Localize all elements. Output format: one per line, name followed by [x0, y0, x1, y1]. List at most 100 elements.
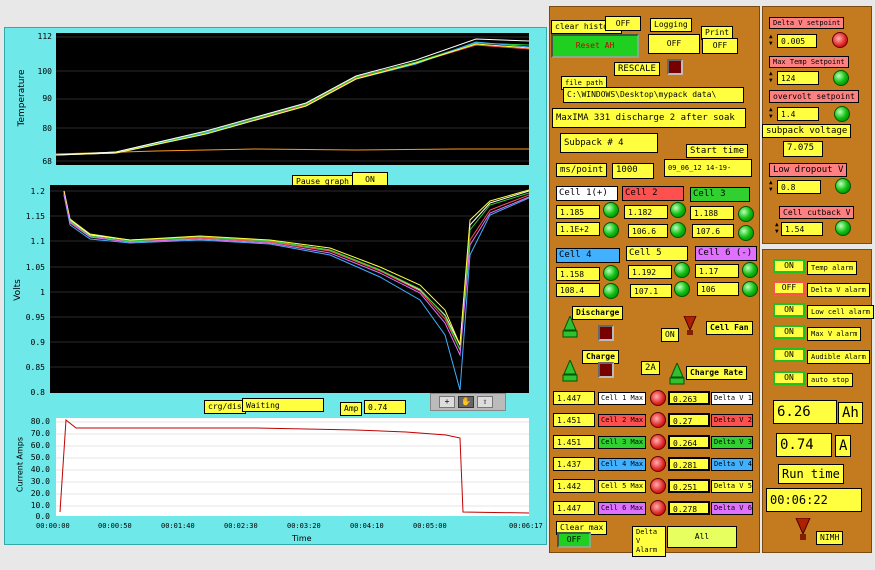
volts-tick: 0.95: [25, 313, 45, 322]
amps-tick: 20.0: [30, 489, 50, 498]
description-field[interactable]: MaxIMA 331 discharge 2 after soak: [552, 108, 746, 128]
run-time-label: Run time: [778, 464, 844, 484]
temp-alarm-toggle[interactable]: ON: [773, 259, 805, 273]
temp-tick: 68: [42, 157, 52, 166]
volt-cell-yellow: [63, 189, 529, 346]
cell-4-max-value: 1.437: [553, 457, 595, 471]
charge-button[interactable]: [598, 362, 614, 378]
charge-rate-label: Charge Rate: [686, 366, 747, 380]
file-path-field[interactable]: C:\WINDOWS\Desktop\mypack data\: [563, 87, 744, 103]
start-time-label: Start time: [686, 144, 749, 158]
low-cell-alarm-label: Low cell alarm: [807, 305, 875, 319]
run-time-value: 00:06:22: [766, 488, 862, 512]
ms-point-label: ms/point: [556, 163, 608, 177]
clear-max-toggle[interactable]: OFF: [557, 532, 591, 548]
delta-v-alarm-label: Delta V alarm: [807, 283, 870, 297]
cell-1-led-2: [603, 222, 619, 238]
cell-4-max-label: Cell 4 Max: [598, 458, 646, 471]
volts-tick: 1.2: [30, 187, 45, 196]
cell-2-led: [670, 202, 686, 218]
cursor-icon[interactable]: ⇧: [477, 396, 493, 408]
delta-v-6-knob[interactable]: [650, 500, 666, 516]
temp-cell-red: [56, 44, 529, 156]
print-toggle[interactable]: OFF: [702, 38, 738, 54]
ms-point-field[interactable]: 1000: [612, 163, 654, 179]
subpack-voltage-label: subpack voltage: [762, 124, 852, 138]
zoom-icon[interactable]: +: [439, 396, 455, 408]
charge-switch-icon[interactable]: [562, 358, 578, 382]
cell-1-led: [603, 202, 619, 218]
cell-fan-switch-icon[interactable]: [682, 315, 698, 336]
max-v-alarm-label: Max V alarm: [807, 327, 862, 341]
low-dropout-stepper[interactable]: ▲ ▼: [769, 179, 775, 193]
cell-5-led-2: [674, 281, 690, 297]
delta-v-1-knob[interactable]: [650, 390, 666, 406]
delta-v-setpoint-stepper[interactable]: ▲ ▼: [769, 33, 775, 47]
delta-v-4-label: Delta V 4: [711, 458, 753, 471]
cell-4-voltage: 1.158: [556, 267, 600, 281]
auto-stop-toggle[interactable]: ON: [773, 371, 805, 385]
cutback-led: [835, 220, 851, 236]
amps-tick: 70.0: [30, 429, 50, 438]
rescale-label: RESCALE: [614, 62, 660, 76]
cutback-field[interactable]: 1.54: [781, 222, 823, 236]
max-temp-field[interactable]: 124: [777, 71, 819, 85]
charge-rate-switch-icon[interactable]: [669, 361, 685, 385]
delta-v-5-knob[interactable]: [650, 478, 666, 494]
crg-dis-label: crg/dis: [204, 400, 246, 414]
chemistry-switch-icon[interactable]: [794, 517, 812, 542]
reset-ah-button[interactable]: Reset AH: [551, 34, 639, 58]
cell-5-temp: 107.1: [630, 284, 672, 298]
ah-value: 6.26: [773, 400, 837, 424]
ah-unit: Ah: [838, 402, 863, 424]
cell-6-max-value: 1.447: [553, 501, 595, 515]
cell-fan-value: ON: [661, 328, 679, 342]
cell-5-max-value: 1.442: [553, 479, 595, 493]
max-temp-stepper[interactable]: ▲ ▼: [769, 70, 775, 84]
volts-traces: [50, 189, 529, 391]
temp-tick: 100: [37, 67, 52, 76]
cell-6-header: Cell 6 (-): [695, 246, 757, 261]
cell-5-led: [674, 262, 690, 278]
cell-1-max-value: 1.447: [553, 391, 595, 405]
volt-cell-green: [63, 192, 529, 351]
delta-v-2-knob[interactable]: [650, 412, 666, 428]
amps-tick: 10.0: [30, 501, 50, 510]
pan-icon[interactable]: ✋: [458, 396, 474, 408]
delta-v-setpoint-knob[interactable]: [832, 32, 848, 48]
x-tick: 00:05:00: [413, 522, 447, 530]
low-dropout-field[interactable]: 0.8: [777, 180, 821, 194]
discharge-button[interactable]: [598, 325, 614, 341]
cell-2-header: Cell 2: [622, 186, 684, 201]
discharge-switch-icon[interactable]: [562, 314, 578, 338]
low-cell-alarm-toggle[interactable]: ON: [773, 303, 805, 317]
subpack-field[interactable]: Subpack # 4: [560, 133, 658, 153]
clear-history-toggle[interactable]: OFF: [605, 16, 641, 31]
overvolt-stepper[interactable]: ▲ ▼: [769, 106, 775, 120]
delta-v-setpoint-field[interactable]: 0.005: [777, 34, 817, 48]
amps-display-value: 0.74: [776, 433, 832, 457]
logging-toggle[interactable]: OFF: [648, 34, 700, 54]
delta-v-6-label: Delta V 6: [711, 502, 753, 515]
delta-v-4-knob[interactable]: [650, 456, 666, 472]
audible-alarm-toggle[interactable]: ON: [773, 348, 805, 362]
cell-5-max-label: Cell 5 Max: [598, 480, 646, 493]
max-v-alarm-toggle[interactable]: ON: [773, 325, 805, 339]
cell-3-voltage: 1.188: [690, 206, 734, 220]
cell-6-max-label: Cell 6 Max: [598, 502, 646, 515]
cell-3-max-label: Cell 3 Max: [598, 436, 646, 449]
delta-v-1-value: 0.263: [668, 391, 710, 405]
chemistry-label: NIMH: [816, 531, 844, 545]
amps-x-label: Time: [292, 534, 312, 543]
delta-v-alarm-select[interactable]: All: [667, 526, 737, 548]
cell-6-voltage: 1.17: [695, 264, 739, 278]
max-temp-setpoint-label: Max Temp Setpoint: [769, 56, 849, 68]
overvolt-led: [834, 106, 850, 122]
audible-alarm-label: Audible Alarm: [807, 350, 870, 364]
delta-v-3-knob[interactable]: [650, 434, 666, 450]
delta-v-alarm-toggle[interactable]: OFF: [773, 281, 805, 295]
cell-1-voltage: 1.185: [556, 205, 600, 219]
volts-tick: 0.8: [30, 388, 45, 397]
rescale-button[interactable]: [667, 59, 683, 75]
overvolt-field[interactable]: 1.4: [777, 107, 819, 121]
